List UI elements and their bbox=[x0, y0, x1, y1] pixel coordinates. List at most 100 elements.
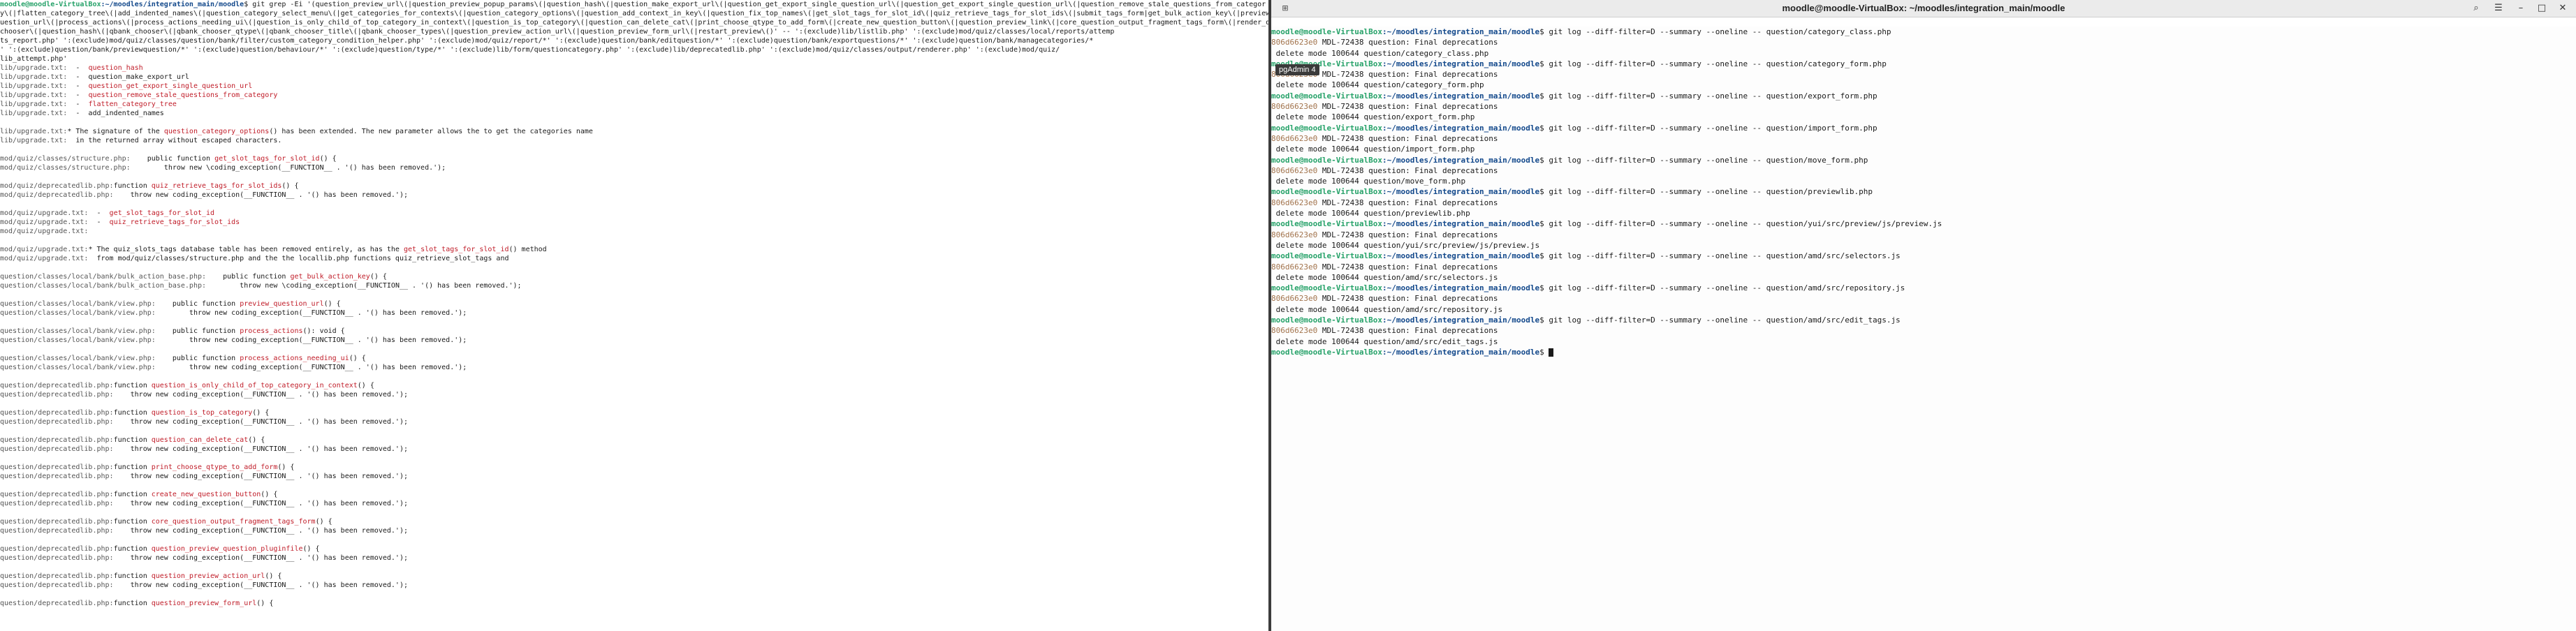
match-file: question/classes/local/bank/view.php: bbox=[0, 355, 156, 362]
command-text: $ git grep -Ei '(question_preview_url\(|… bbox=[244, 1, 1266, 8]
line-text: public function bbox=[155, 300, 240, 308]
match-file: mod/quiz/upgrade.txt: bbox=[0, 228, 89, 235]
right-terminal-window[interactable]: ⊞ moodle@moodle-VirtualBox: ~/moodles/in… bbox=[1271, 0, 2576, 631]
prompt-user: moodle@moodle-VirtualBox bbox=[1271, 27, 1382, 36]
line-text: throw new coding_exception(__FUNCTION__ … bbox=[113, 581, 408, 589]
terminal-line: mod/quiz/deprecatedlib.php:function quiz… bbox=[0, 181, 1268, 191]
match-file: question/deprecatedlib.php: bbox=[0, 554, 114, 562]
terminal-line: mod/quiz/upgrade.txt: - quiz_retrieve_ta… bbox=[0, 218, 1268, 227]
line-rest: () { bbox=[281, 182, 299, 190]
left-terminal-output[interactable]: moodle@moodle-VirtualBox:~/moodles/integ… bbox=[0, 0, 1268, 631]
match-highlight: question_category_options bbox=[163, 128, 270, 135]
line-text: throw new coding_exception(__FUNCTION__ … bbox=[113, 418, 408, 426]
delete-summary-line: delete mode 100644 question/amd/src/sele… bbox=[1271, 272, 2576, 283]
line-text: throw new coding_exception(__FUNCTION__ … bbox=[113, 554, 408, 562]
line-text: public function bbox=[155, 327, 240, 335]
line-text: function bbox=[113, 518, 152, 526]
match-highlight: get_slot_tags_for_slot_id bbox=[214, 155, 320, 163]
match-highlight: question_preview_question_pluginfile bbox=[151, 545, 303, 553]
search-icon[interactable]: ⌕ bbox=[2467, 1, 2485, 15]
prompt-path: :~/moodles/integration_main/moodle bbox=[1382, 316, 1540, 325]
delete-summary: delete mode 100644 question/move_form.ph… bbox=[1271, 177, 1466, 186]
menu-icon[interactable]: ☰ bbox=[2489, 1, 2508, 15]
line-text: function bbox=[113, 436, 152, 444]
line-text: throw new coding_exception(__FUNCTION__ … bbox=[113, 445, 408, 453]
match-file: question/deprecatedlib.php: bbox=[0, 518, 114, 526]
match-file: question/deprecatedlib.php: bbox=[0, 463, 114, 471]
terminal-line: lib/upgrade.txt: - add_indented_names bbox=[0, 109, 1268, 118]
right-terminal-output[interactable]: moodle@moodle-VirtualBox:~/moodles/integ… bbox=[1271, 27, 2576, 631]
terminal-line: lib/upgrade.txt: - question_remove_stale… bbox=[0, 91, 1268, 100]
terminal-line: question/classes/local/bank/view.php: pu… bbox=[0, 327, 1268, 336]
prompt-path: :~/moodles/integration_main/moodle bbox=[1382, 251, 1540, 261]
left-terminal-window[interactable]: moodle@moodle-VirtualBox:~/moodles/integ… bbox=[0, 0, 1268, 631]
line-text: throw new coding_exception(__FUNCTION__ … bbox=[113, 473, 408, 480]
prompt-user: moodle@moodle-VirtualBox bbox=[1271, 123, 1382, 133]
command-text: $ git log --diff-filter=D --summary --on… bbox=[1539, 155, 1868, 165]
terminal-line: y\(|flatten_category_tree\(|add_indented… bbox=[0, 9, 1268, 18]
delete-summary: delete mode 100644 question/yui/src/prev… bbox=[1271, 240, 1540, 250]
prompt-user: moodle@moodle-VirtualBox bbox=[1271, 251, 1382, 261]
match-file: question/deprecatedlib.php: bbox=[0, 418, 114, 426]
commit-message: MDL-72438 question: Final deprecations bbox=[1317, 326, 1498, 336]
match-file: question/deprecatedlib.php: bbox=[0, 500, 114, 507]
line-text: public function bbox=[155, 355, 240, 362]
match-highlight: print_choose_qtype_to_add_form bbox=[151, 463, 278, 471]
line-rest: () { bbox=[319, 155, 337, 163]
prompt-user: moodle@moodle-VirtualBox bbox=[1271, 155, 1382, 165]
prompt-line: moodle@moodle-VirtualBox:~/moodles/integ… bbox=[1271, 59, 2576, 69]
match-highlight: process_actions bbox=[240, 327, 303, 335]
match-file: question/deprecatedlib.php: bbox=[0, 391, 114, 399]
line-text: throw new coding_exception(__FUNCTION__ … bbox=[113, 500, 408, 507]
prompt-user: moodle@moodle-VirtualBox bbox=[1271, 219, 1382, 229]
line-rest: () { bbox=[248, 436, 265, 444]
line-text: throw new coding_exception(__FUNCTION__ … bbox=[113, 391, 408, 399]
command-text: $ git log --diff-filter=D --summary --on… bbox=[1539, 219, 1942, 229]
delete-summary: delete mode 100644 question/amd/src/edit… bbox=[1271, 336, 1498, 346]
match-file: question/deprecatedlib.php: bbox=[0, 473, 114, 480]
commit-line: 806d6623e0 MDL-72438 question: Final dep… bbox=[1271, 230, 2576, 240]
terminal-line: lib/upgrade.txt: - question_make_export_… bbox=[0, 73, 1268, 82]
match-highlight: question_remove_stale_questions_from_cat… bbox=[88, 91, 278, 99]
minimize-icon[interactable]: – bbox=[2512, 1, 2530, 15]
commit-line: 806d6623e0 MDL-72438 question: Final dep… bbox=[1271, 165, 2576, 176]
terminal-line: mod/quiz/classes/structure.php: public f… bbox=[0, 154, 1268, 163]
prompt-user: moodle@moodle-VirtualBox bbox=[1271, 347, 1382, 357]
close-icon[interactable]: ✕ bbox=[2554, 1, 2572, 15]
delete-summary: delete mode 100644 question/import_form.… bbox=[1271, 144, 1475, 154]
line-text: throw new \coding_exception(__FUNCTION__… bbox=[130, 164, 446, 172]
match-highlight: preview_question_url bbox=[240, 300, 324, 308]
commit-message: MDL-72438 question: Final deprecations bbox=[1317, 70, 1498, 80]
prompt-path: :~/moodles/integration_main/moodle bbox=[1382, 123, 1540, 133]
delete-summary: delete mode 100644 question/amd/src/sele… bbox=[1271, 272, 1498, 282]
terminal-line: question/deprecatedlib.php: throw new co… bbox=[0, 526, 1268, 535]
match-file: mod/quiz/upgrade.txt: bbox=[0, 255, 89, 262]
terminal-line: mod/quiz/upgrade.txt: from mod/quiz/clas… bbox=[0, 254, 1268, 263]
match-file: question/classes/local/bank/view.php: bbox=[0, 364, 156, 371]
match-file: lib/upgrade.txt: bbox=[0, 137, 68, 144]
maximize-icon[interactable]: □ bbox=[2533, 1, 2551, 15]
match-highlight: question_get_export_single_question_url bbox=[88, 82, 253, 90]
match-file: lib/upgrade.txt: bbox=[0, 101, 68, 108]
match-file: mod/quiz/upgrade.txt: bbox=[0, 246, 89, 253]
commit-line: 806d6623e0 MDL-72438 question: Final dep… bbox=[1271, 325, 2576, 336]
commit-hash: 806d6623e0 bbox=[1271, 262, 1318, 272]
terminal-line: ts_report.php' ':(exclude)mod/quiz/class… bbox=[0, 36, 1268, 45]
line-text: in the returned array without escaped ch… bbox=[67, 137, 282, 144]
line-text: - bbox=[67, 91, 89, 99]
terminal-line: chooser\(|question_hash\(|qbank_chooser\… bbox=[0, 27, 1268, 36]
match-file: lib/upgrade.txt: bbox=[0, 82, 68, 90]
prompt-user: moodle@moodle-VirtualBox bbox=[1271, 187, 1382, 197]
delete-summary-line: delete mode 100644 question/category_for… bbox=[1271, 80, 2576, 90]
match-file: question/deprecatedlib.php: bbox=[0, 491, 114, 498]
prompt-path: :~/moodles/integration_main/moodle bbox=[1382, 219, 1540, 229]
terminal-line: question/deprecatedlib.php:function ques… bbox=[0, 544, 1268, 554]
delete-summary-line: delete mode 100644 question/amd/src/repo… bbox=[1271, 304, 2576, 315]
terminal-line: uestion_url\(|process_actions\(|process_… bbox=[0, 18, 1268, 27]
prompt-user: moodle@moodle-VirtualBox bbox=[0, 1, 101, 8]
match-file: question/deprecatedlib.php: bbox=[0, 527, 114, 535]
